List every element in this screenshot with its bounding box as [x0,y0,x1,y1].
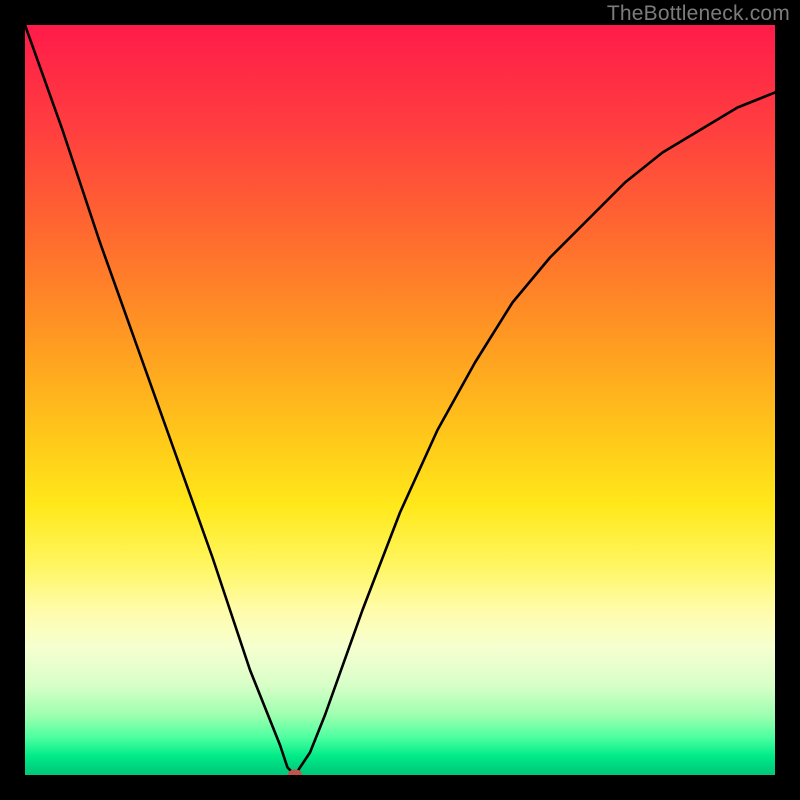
curve-path [25,25,775,775]
chart-stage: TheBottleneck.com [0,0,800,800]
minimum-marker [288,770,302,776]
bottleneck-curve [25,25,775,775]
watermark-text: TheBottleneck.com [607,2,790,26]
plot-area [25,25,775,775]
